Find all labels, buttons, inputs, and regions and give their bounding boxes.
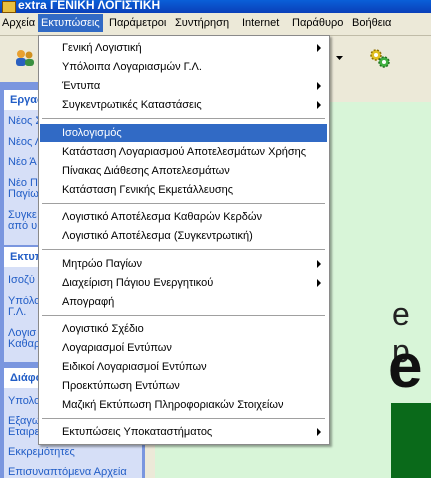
menu-item-form-accounts[interactable]: Λογαριασμοί Εντύπων bbox=[40, 339, 327, 357]
menu-item-ledger-balances[interactable]: Υπόλοιπα Λογαριασμών Γ.Λ. bbox=[40, 58, 327, 76]
menu-item-label: Λογαριασμοί Εντύπων bbox=[62, 342, 172, 354]
menu-item-general-operation[interactable]: Κατάσταση Γενικής Εκμετάλλευσης bbox=[40, 181, 327, 199]
menu-item-net-profit-result[interactable]: Λογιστικό Αποτέλεσμα Καθαρών Κερδών bbox=[40, 208, 327, 226]
sidebar-link[interactable]: Εκκρεμότητες bbox=[8, 447, 75, 458]
menu-help[interactable]: Βοήθεια bbox=[352, 17, 391, 29]
menu-window[interactable]: Παράθυρο bbox=[292, 17, 343, 29]
menu-item-special-form-accounts[interactable]: Ειδικοί Λογαριασμοί Εντύπων bbox=[40, 358, 327, 376]
brand-logo-letter: e bbox=[388, 332, 423, 401]
menu-item-preprint-forms[interactable]: Προεκτύπωση Εντύπων bbox=[40, 377, 327, 395]
menu-separator bbox=[42, 418, 325, 419]
menu-bar: Αρχεία Εκτυπώσεις Παράμετροι Συντήρηση I… bbox=[0, 13, 431, 36]
menu-item-label: Έντυπα bbox=[62, 80, 101, 92]
menu-item-label: Προεκτύπωση Εντύπων bbox=[62, 380, 180, 392]
menu-item-distribution-table[interactable]: Πίνακας Διάθεσης Αποτελεσμάτων bbox=[40, 162, 327, 180]
menu-separator bbox=[42, 203, 325, 204]
submenu-arrow-icon bbox=[317, 82, 321, 90]
menu-item-result-summary[interactable]: Λογιστικό Αποτέλεσμα (Συγκεντρωτική) bbox=[40, 227, 327, 245]
menu-separator bbox=[42, 315, 325, 316]
submenu-arrow-icon bbox=[317, 101, 321, 109]
menu-separator bbox=[42, 118, 325, 119]
menu-item-label: Λογιστικό Αποτέλεσμα (Συγκεντρωτική) bbox=[62, 230, 253, 242]
menu-item-fixed-assets-management[interactable]: Διαχείριση Πάγιου Ενεργητικού bbox=[40, 274, 327, 292]
sidebar-link[interactable]: Λογισ bbox=[8, 328, 36, 339]
menu-item-label: Υπόλοιπα Λογαριασμών Γ.Λ. bbox=[62, 61, 202, 73]
menu-item-label: Λογιστικό Αποτέλεσμα Καθαρών Κερδών bbox=[62, 211, 262, 223]
menu-item-label: Διαχείριση Πάγιου Ενεργητικού bbox=[62, 277, 214, 289]
menu-item-label: Μητρώο Παγίων bbox=[62, 258, 142, 270]
submenu-arrow-icon bbox=[317, 428, 321, 436]
settings-gear-icon[interactable] bbox=[368, 47, 392, 69]
sidebar-link[interactable]: Νέο Ά bbox=[8, 157, 37, 168]
menu-item-balance-sheet[interactable]: Ισολογισμός bbox=[40, 124, 327, 142]
window-title: extra ΓΕΝΙΚΗ ΛΟΓΙΣΤΙΚΗ bbox=[18, 0, 161, 12]
sidebar-link[interactable]: Εταιρε bbox=[8, 427, 40, 438]
prints-dropdown-menu: Γενική Λογιστική Υπόλοιπα Λογαριασμών Γ.… bbox=[38, 35, 330, 445]
menu-item-label: Λογιστικό Σχέδιο bbox=[62, 323, 144, 335]
sidebar-link[interactable]: Συγκε bbox=[8, 210, 37, 221]
menu-item-summary-statements[interactable]: Συγκεντρωτικές Καταστάσεις bbox=[40, 96, 327, 114]
sidebar-link[interactable]: Ισοζύ bbox=[8, 275, 35, 286]
sidebar-link[interactable]: από υ bbox=[8, 221, 37, 232]
menu-item-forms[interactable]: Έντυπα bbox=[40, 77, 327, 95]
app-icon bbox=[2, 1, 16, 13]
menu-parameters[interactable]: Παράμετροι bbox=[109, 17, 166, 29]
sidebar-link[interactable]: Εξαγω bbox=[8, 416, 40, 427]
menu-item-label: Συγκεντρωτικές Καταστάσεις bbox=[62, 99, 202, 111]
sidebar-link[interactable]: Επισυναπτόμενα Αρχεία bbox=[8, 467, 127, 478]
submenu-arrow-icon bbox=[317, 260, 321, 268]
dropdown-arrow-icon[interactable] bbox=[336, 56, 343, 61]
menu-item-branch-prints[interactable]: Εκτυπώσεις Υποκαταστήματος bbox=[40, 423, 327, 441]
sidebar-link[interactable]: Καθαρ bbox=[8, 339, 40, 350]
menu-item-general-accounting[interactable]: Γενική Λογιστική bbox=[40, 39, 327, 57]
sidebar-link[interactable]: Υπολο bbox=[8, 396, 40, 407]
sidebar-link[interactable]: Υπόλο bbox=[8, 296, 40, 307]
sidebar-link[interactable]: Παγίω bbox=[8, 189, 39, 200]
submenu-arrow-icon bbox=[317, 279, 321, 287]
menu-maintenance[interactable]: Συντήρηση bbox=[175, 17, 229, 29]
title-bar: extra ΓΕΝΙΚΗ ΛΟΓΙΣΤΙΚΗ bbox=[0, 0, 431, 13]
menu-item-label: Μαζική Εκτύπωση Πληροφοριακών Στοιχείων bbox=[62, 399, 284, 411]
menu-item-label: Κατάσταση Γενικής Εκμετάλλευσης bbox=[62, 184, 234, 196]
menu-item-income-statement[interactable]: Κατάσταση Λογαριασμού Αποτελεσμάτων Χρήσ… bbox=[40, 143, 327, 161]
brand-logo-bar bbox=[391, 403, 431, 478]
menu-files[interactable]: Αρχεία bbox=[2, 17, 35, 29]
menu-item-bulk-print[interactable]: Μαζική Εκτύπωση Πληροφοριακών Στοιχείων bbox=[40, 396, 327, 414]
menu-separator bbox=[42, 249, 325, 250]
sidebar-link[interactable]: Γ.Λ. bbox=[8, 307, 26, 318]
sidebar-link[interactable]: Νέο Π bbox=[8, 178, 38, 189]
menu-item-inventory[interactable]: Απογραφή bbox=[40, 293, 327, 311]
menu-item-label: Απογραφή bbox=[62, 296, 115, 308]
menu-item-chart-of-accounts[interactable]: Λογιστικό Σχέδιο bbox=[40, 320, 327, 338]
sidebar-link[interactable]: Νέος Σ bbox=[8, 116, 42, 127]
menu-item-label: Ισολογισμός bbox=[62, 127, 122, 139]
users-icon[interactable] bbox=[14, 48, 36, 68]
menu-internet[interactable]: Internet bbox=[242, 17, 279, 29]
submenu-arrow-icon bbox=[317, 44, 321, 52]
sidebar-link[interactable]: Νέος Λ bbox=[8, 137, 42, 148]
menu-item-label: Γενική Λογιστική bbox=[62, 42, 142, 54]
menu-item-label: Εκτυπώσεις Υποκαταστήματος bbox=[62, 426, 213, 438]
menu-item-fixed-assets-registry[interactable]: Μητρώο Παγίων bbox=[40, 255, 327, 273]
menu-item-label: Ειδικοί Λογαριασμοί Εντύπων bbox=[62, 361, 207, 373]
menu-prints[interactable]: Εκτυπώσεις bbox=[38, 14, 103, 32]
menu-item-label: Κατάσταση Λογαριασμού Αποτελεσμάτων Χρήσ… bbox=[62, 146, 307, 158]
menu-item-label: Πίνακας Διάθεσης Αποτελεσμάτων bbox=[62, 165, 230, 177]
